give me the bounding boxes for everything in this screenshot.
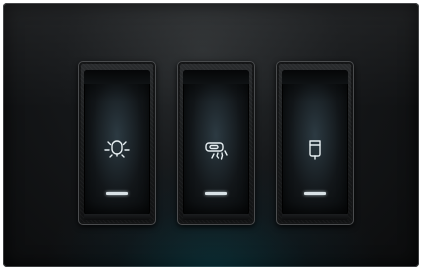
rocker-switch-heater[interactable] <box>282 70 348 215</box>
status-indicator <box>106 192 128 195</box>
switch-frame-2 <box>177 61 255 225</box>
rocker-top-edge <box>183 70 249 84</box>
rocker-bottom-edge <box>183 214 249 220</box>
switch-frame-3 <box>276 61 354 225</box>
status-indicator <box>304 192 326 195</box>
washer-spray-icon <box>200 134 232 166</box>
status-indicator <box>205 192 227 195</box>
light-bulb-icon <box>101 134 133 166</box>
rocker-bottom-edge <box>282 214 348 220</box>
rocker-bottom-edge <box>84 214 150 220</box>
rocker-top-edge <box>84 70 150 84</box>
water-heater-icon <box>299 134 331 166</box>
rocker-top-edge <box>282 70 348 84</box>
switch-frame-1 <box>78 61 156 225</box>
rocker-switch-washer[interactable] <box>183 70 249 215</box>
switch-panel <box>3 3 419 267</box>
rocker-switch-light[interactable] <box>84 70 150 215</box>
